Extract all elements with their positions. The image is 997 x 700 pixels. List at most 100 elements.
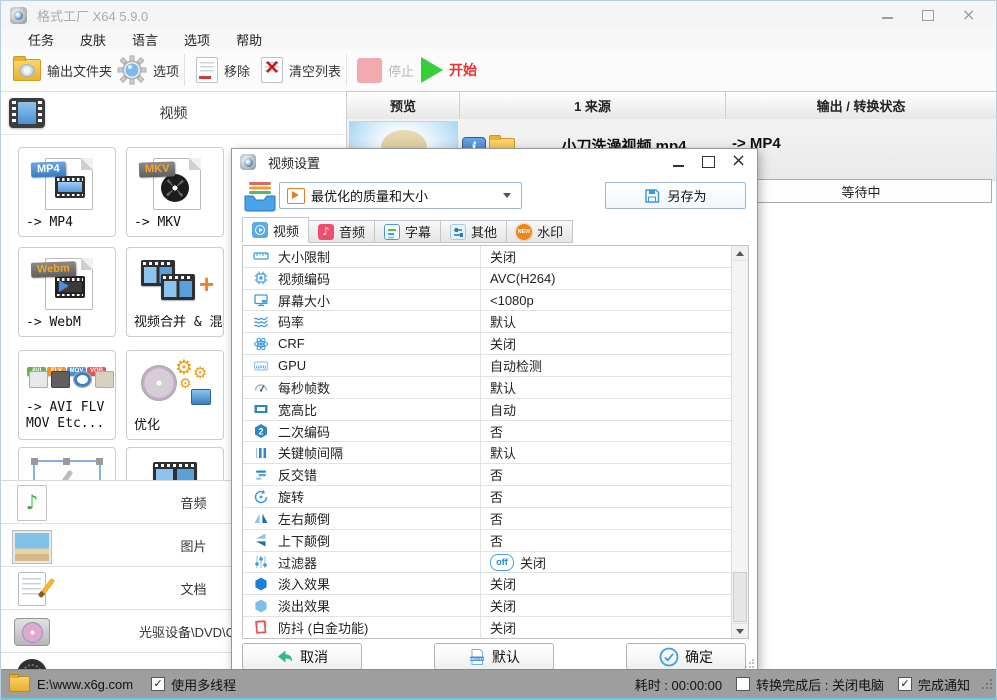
dialog-resize-grip[interactable]: [744, 659, 754, 669]
column-output-state: 输出 / 转换状态: [816, 99, 906, 114]
setting-value: AVC(H264): [490, 270, 556, 286]
preset-dropdown[interactable]: 最优化的质量和大小: [279, 182, 522, 209]
menu-help[interactable]: 帮助: [223, 30, 275, 49]
profile-tray-icon: [242, 179, 278, 213]
app-window: 格式工厂 X64 5.9.0 × 任务 皮肤 语言 选项 帮助 输出文件夹 选项…: [0, 0, 997, 700]
setting-row-fps[interactable]: 每秒帧数 默认: [243, 376, 731, 399]
setting-row-crf[interactable]: CRF 关闭: [243, 333, 731, 356]
setting-row-size-limit[interactable]: 大小限制 关闭: [243, 246, 731, 268]
start-icon: [421, 57, 443, 83]
output-folder-button[interactable]: 输出文件夹: [13, 49, 112, 91]
start-label: 开始: [449, 62, 477, 78]
card-to-mp4[interactable]: MP4 -> MP4: [18, 147, 116, 237]
remove-icon: [196, 57, 218, 83]
close-icon[interactable]: ×: [962, 7, 975, 23]
window-resize-grip[interactable]: [980, 678, 992, 690]
ok-button[interactable]: 确定: [626, 643, 746, 670]
toolbar-separator: [184, 54, 185, 86]
setting-row-rotate[interactable]: 旋转 否: [243, 486, 731, 508]
multithread-checkbox[interactable]: ✓: [151, 677, 166, 691]
start-button[interactable]: 开始: [421, 49, 477, 91]
video-settings-table: 大小限制 关闭 视频编码 AVC(H264) 屏幕大小 <1080p 码率 默认…: [242, 245, 749, 639]
maximize-icon[interactable]: [922, 9, 934, 21]
gear-icon: [117, 55, 147, 85]
video-section-header[interactable]: 视频: [1, 92, 346, 135]
multithread-label: 使用多线程: [171, 677, 237, 693]
titlebar: 格式工厂 X64 5.9.0 ×: [1, 1, 996, 29]
menubar: 任务 皮肤 语言 选项 帮助: [1, 29, 996, 49]
setting-row-gpu[interactable]: GPU GPU 自动检测: [243, 355, 731, 377]
tab-other[interactable]: 其他: [441, 220, 508, 243]
menu-task[interactable]: 任务: [15, 30, 67, 49]
notify-checkbox[interactable]: ✓: [897, 677, 912, 691]
setting-value: 关闭: [490, 620, 517, 636]
setting-row-filter[interactable]: 过滤器 off 关闭: [243, 551, 731, 574]
dialog-close-icon[interactable]: ×: [731, 152, 746, 170]
dialog-minimize-icon[interactable]: [673, 156, 685, 168]
stop-icon: [357, 57, 382, 83]
chevron-down-icon: [503, 193, 511, 198]
card-video-merge[interactable]: + 视频合并 & 混流: [126, 247, 224, 337]
setting-row-keyframe-interval[interactable]: 关键帧间隔 默认: [243, 442, 731, 465]
setting-value: <1080p: [490, 292, 534, 308]
fade-out-icon: [252, 597, 269, 614]
setting-row-aspect-ratio[interactable]: 宽高比 自动: [243, 398, 731, 421]
setting-row-fade-in[interactable]: 淡入效果 关闭: [243, 573, 731, 596]
setting-row-bitrate[interactable]: 码率 默认: [243, 311, 731, 334]
setting-row-screen-size[interactable]: 屏幕大小 <1080p: [243, 289, 731, 312]
setting-value: 自动: [490, 402, 517, 418]
setting-row-flip-vertical[interactable]: 上下颠倒 否: [243, 529, 731, 552]
card-to-mkv[interactable]: MKV -> MKV: [126, 147, 224, 237]
menu-options[interactable]: 选项: [171, 30, 223, 49]
clear-list-button[interactable]: 清空列表: [261, 49, 341, 91]
mkv-badge: MKV: [138, 161, 176, 178]
settings-scrollbar[interactable]: [731, 246, 748, 638]
setting-value: 否: [490, 533, 504, 549]
setting-value: 自动检测: [490, 359, 543, 375]
toolbar-separator: [346, 54, 347, 86]
webm-badge: Webm: [30, 261, 77, 278]
menu-skin[interactable]: 皮肤: [67, 30, 119, 49]
tab-audio[interactable]: ♪ 音频: [309, 220, 376, 243]
minimize-icon[interactable]: [882, 9, 894, 21]
dialog-maximize-icon[interactable]: [702, 156, 715, 168]
tab-video[interactable]: 视频: [242, 217, 310, 243]
film-reel-icon: [13, 656, 51, 670]
card-to-webm[interactable]: Webm -> WebM: [18, 247, 116, 337]
gpu-icon: GPU: [252, 357, 269, 374]
tab-video-label: 视频: [273, 223, 300, 239]
remove-button[interactable]: 移除: [196, 49, 250, 91]
setting-row-video-codec[interactable]: 视频编码 AVC(H264): [243, 267, 731, 290]
svg-text:GPU: GPU: [255, 364, 266, 370]
keyframe-icon: [252, 444, 269, 461]
setting-value: 默认: [490, 446, 517, 462]
scrollbar-thumb[interactable]: [733, 572, 747, 622]
options-button[interactable]: 选项: [117, 49, 179, 91]
card-optimize[interactable]: ⚙ ⚙ ⚙ 优化: [126, 350, 224, 440]
stop-button[interactable]: 停止: [357, 49, 414, 91]
card-to-avi-flv-mov[interactable]: AVIFLVMOVVOB -> AVI FLV MOV Etc...: [18, 350, 116, 440]
tab-subtitle[interactable]: 字幕: [375, 220, 442, 243]
setting-value: 关闭: [490, 337, 517, 353]
output-path-folder-icon[interactable]: [9, 674, 30, 692]
disc-drive-icon: [13, 613, 51, 649]
setting-row-two-pass[interactable]: 2 二次编码 否: [243, 420, 731, 443]
scroll-down-icon[interactable]: [732, 623, 748, 638]
subtitle-tab-icon: [384, 223, 401, 240]
default-button[interactable]: DEFAULT 默认: [434, 643, 554, 670]
setting-row-stabilize[interactable]: 防抖 (白金功能) 关闭: [243, 617, 731, 638]
setting-row-fade-out[interactable]: 淡出效果 关闭: [243, 595, 731, 618]
output-path[interactable]: E:\www.x6g.com: [37, 677, 133, 692]
menu-language[interactable]: 语言: [119, 30, 171, 49]
tab-watermark[interactable]: NEW 水印: [507, 220, 574, 243]
scroll-up-icon[interactable]: [732, 246, 748, 261]
save-as-button[interactable]: 另存为: [605, 182, 746, 209]
card-label: -> WebM: [26, 314, 81, 330]
setting-row-deinterlace[interactable]: 反交错 否: [243, 464, 731, 487]
check-circle-icon: [659, 647, 679, 666]
deinterlace-icon: [252, 466, 269, 483]
shutdown-after-checkbox[interactable]: [736, 677, 751, 691]
cancel-button[interactable]: 取消: [242, 643, 362, 670]
setting-row-flip-horizontal[interactable]: 左右颠倒 否: [243, 507, 731, 530]
tab-watermark-label: 水印: [537, 225, 564, 240]
